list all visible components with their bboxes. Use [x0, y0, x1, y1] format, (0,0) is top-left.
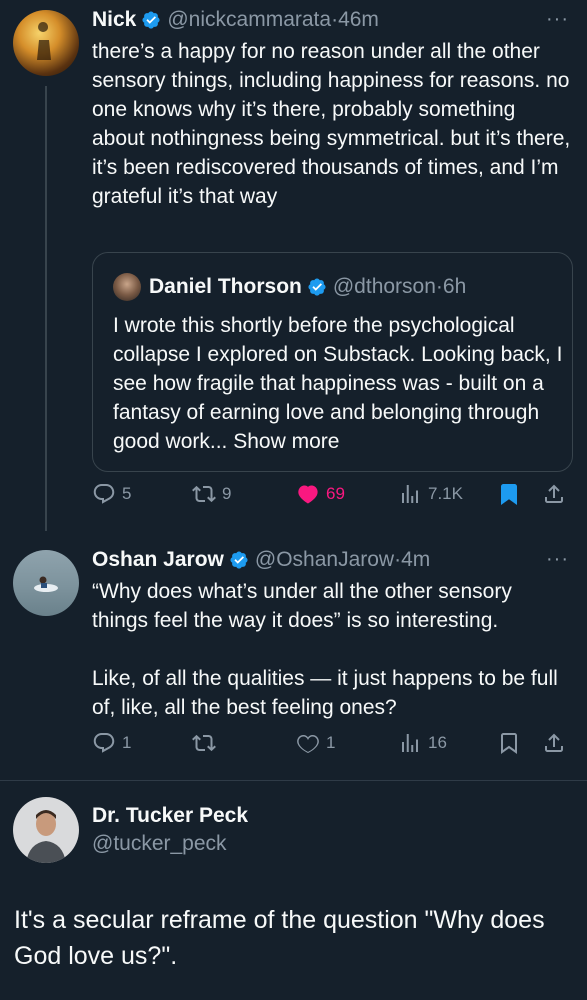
separator-dot: ·: [435, 275, 443, 298]
retweet-icon: [192, 485, 216, 503]
more-options-icon[interactable]: ···: [546, 548, 569, 571]
share-icon: [545, 484, 563, 503]
reply-count: 1: [122, 733, 132, 752]
quoted-author-handle: @dthorson: [332, 275, 436, 298]
retweet-icon: [192, 734, 216, 752]
tweet-text-paragraph-1: “Why does what’s under all the other sen…: [92, 580, 512, 632]
reply-button[interactable]: 5: [92, 482, 131, 506]
reply-icon: [93, 733, 115, 753]
retweet-button[interactable]: 9: [192, 482, 231, 506]
timestamp[interactable]: 46m: [338, 8, 379, 32]
reply-icon: [93, 484, 115, 504]
views-count: 16: [428, 733, 447, 752]
author-name[interactable]: Dr. Tucker Peck: [92, 804, 248, 828]
like-button[interactable]: 1: [296, 731, 335, 755]
views-icon: [402, 485, 418, 503]
bookmark-button[interactable]: [497, 482, 527, 506]
more-options-icon[interactable]: ···: [546, 8, 569, 31]
author-handle[interactable]: @tucker_peck: [92, 832, 227, 856]
avatar[interactable]: [13, 10, 79, 76]
quoted-text: I wrote this shortly before the psycholo…: [113, 311, 563, 456]
views-icon: [402, 734, 418, 752]
timestamp[interactable]: 4m: [401, 548, 430, 572]
tweet-nick[interactable]: Nick @nickcammarata · 46m ··· there’s a …: [0, 0, 587, 531]
author-handle[interactable]: @nickcammarata: [167, 8, 331, 32]
tweet-oshan[interactable]: Oshan Jarow @OshanJarow · 4m ··· “Why do…: [0, 530, 587, 780]
author-name[interactable]: Nick: [92, 8, 136, 32]
verified-badge-icon: [142, 11, 160, 29]
action-bar: 1 1 16: [92, 731, 572, 761]
share-button[interactable]: [542, 731, 572, 755]
quoted-header: Daniel Thorson @dthorson · 6h: [113, 273, 466, 301]
heart-icon: [297, 734, 319, 754]
separator-dot: ·: [394, 548, 402, 571]
tweet-text: there’s a happy for no reason under all …: [92, 40, 571, 208]
share-button[interactable]: [542, 482, 572, 506]
avatar[interactable]: [13, 550, 79, 616]
tweet-text: It's a secular reframe of the question "…: [14, 906, 545, 970]
author-name[interactable]: Oshan Jarow: [92, 548, 224, 572]
share-icon: [545, 733, 563, 752]
quoted-timestamp: 6h: [442, 275, 467, 298]
heart-icon: [298, 485, 318, 504]
quoted-avatar: [113, 273, 141, 301]
views-button[interactable]: 7.1K: [398, 482, 463, 506]
verified-badge-icon: [230, 551, 248, 569]
show-more-link[interactable]: Show more: [233, 430, 339, 453]
verified-badge-icon: [308, 278, 326, 296]
like-count: 1: [326, 733, 336, 752]
reply-button[interactable]: 1: [92, 731, 131, 755]
reply-count: 5: [122, 484, 132, 503]
quoted-tweet[interactable]: Daniel Thorson @dthorson · 6h I wrote th…: [92, 252, 573, 472]
retweet-count: 9: [222, 484, 232, 503]
retweet-button[interactable]: [192, 731, 222, 755]
tweet-header: Oshan Jarow @OshanJarow · 4m: [92, 548, 430, 572]
views-button[interactable]: 16: [398, 731, 447, 755]
thread-line: [45, 86, 47, 531]
avatar[interactable]: [13, 797, 79, 863]
bookmark-icon: [501, 733, 517, 754]
views-count: 7.1K: [428, 484, 463, 503]
bookmark-icon: [501, 484, 517, 505]
author-handle[interactable]: @OshanJarow: [255, 548, 394, 572]
tweet-text-paragraph-2: Like, of all the qualities — it just hap…: [92, 667, 558, 719]
like-button[interactable]: 69: [296, 482, 345, 506]
action-bar: 5 9 69 7.1K: [92, 482, 572, 512]
tweet-header: Nick @nickcammarata · 46m: [92, 8, 379, 32]
separator-dot: ·: [331, 8, 339, 31]
bookmark-button[interactable]: [497, 731, 527, 755]
quoted-author-name: Daniel Thorson: [149, 275, 302, 298]
like-count: 69: [326, 484, 345, 503]
